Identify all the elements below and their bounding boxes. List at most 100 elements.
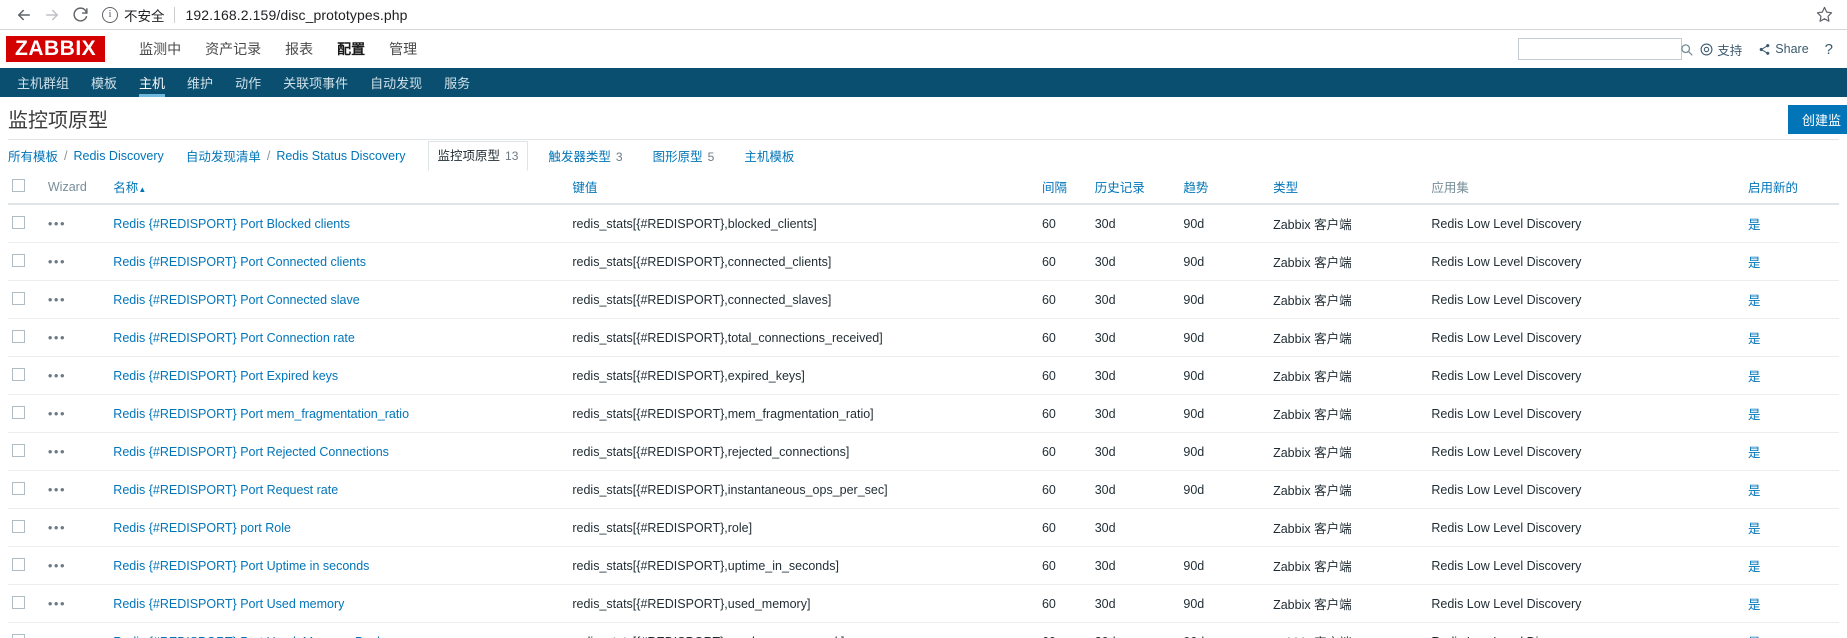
row-name-cell[interactable]: Redis {#REDISPORT} Port Used memory — [109, 584, 569, 623]
subnav-item-correlation[interactable]: 关联项事件 — [272, 68, 359, 97]
search-input[interactable] — [1525, 42, 1681, 56]
subnav-item-actions[interactable]: 动作 — [224, 68, 272, 97]
item-name-link[interactable]: Redis {#REDISPORT} Port Blocked clients — [113, 217, 350, 231]
address-bar[interactable]: i 不安全 192.168.2.159/disc_prototypes.php — [102, 4, 1811, 26]
item-state-link[interactable]: 是 — [1748, 370, 1761, 384]
item-state-link[interactable]: 是 — [1748, 218, 1761, 232]
row-name-cell[interactable]: Redis {#REDISPORT} Port Connected slave — [109, 280, 569, 319]
row-checkbox[interactable] — [12, 329, 25, 343]
column-state[interactable]: 启用新的 — [1743, 170, 1839, 205]
item-name-link[interactable]: Redis {#REDISPORT} Port Connected slave — [113, 293, 359, 307]
column-key[interactable]: 键值 — [568, 170, 1038, 205]
item-state-link[interactable]: 是 — [1748, 598, 1761, 612]
support-link[interactable]: 支持 — [1700, 40, 1742, 59]
breadcrumb-discovery-list[interactable]: 自动发现清单 — [186, 146, 261, 165]
item-name-link[interactable]: Redis {#REDISPORT} Port Used_Memory_Peak — [113, 635, 383, 638]
row-state-cell[interactable]: 是 — [1743, 432, 1839, 471]
row-state-cell[interactable]: 是 — [1743, 318, 1839, 357]
column-trends[interactable]: 趋势 — [1179, 170, 1270, 205]
row-state-cell[interactable]: 是 — [1743, 394, 1839, 433]
row-checkbox[interactable] — [12, 367, 25, 381]
row-state-cell[interactable]: 是 — [1743, 584, 1839, 623]
row-checkbox[interactable] — [12, 405, 25, 419]
wizard-menu-icon[interactable]: ••• — [48, 520, 66, 535]
row-checkbox[interactable] — [12, 443, 25, 457]
tab-host-prototypes[interactable]: 主机模板 — [734, 143, 804, 170]
subnav-item-services[interactable]: 服务 — [433, 68, 481, 97]
row-state-cell[interactable]: 是 — [1743, 622, 1839, 638]
zabbix-logo[interactable]: ZABBIX — [6, 36, 106, 62]
row-checkbox[interactable] — [12, 253, 25, 267]
row-name-cell[interactable]: Redis {#REDISPORT} Port Blocked clients — [109, 204, 569, 243]
nav-item-reports[interactable]: 报表 — [273, 30, 325, 68]
item-state-link[interactable]: 是 — [1748, 408, 1761, 422]
item-name-link[interactable]: Redis {#REDISPORT} Port Uptime in second… — [113, 559, 369, 573]
wizard-menu-icon[interactable]: ••• — [48, 292, 66, 307]
row-checkbox[interactable] — [12, 481, 25, 495]
nav-item-inventory[interactable]: 资产记录 — [193, 30, 273, 68]
subnav-item-host-groups[interactable]: 主机群组 — [6, 68, 80, 97]
wizard-menu-icon[interactable]: ••• — [48, 482, 66, 497]
row-name-cell[interactable]: Redis {#REDISPORT} Port Rejected Connect… — [109, 432, 569, 471]
item-name-link[interactable]: Redis {#REDISPORT} Port Rejected Connect… — [113, 445, 389, 459]
nav-item-administration[interactable]: 管理 — [377, 30, 429, 68]
nav-item-configuration[interactable]: 配置 — [325, 30, 377, 68]
row-state-cell[interactable]: 是 — [1743, 280, 1839, 319]
column-name[interactable]: 名称▲ — [109, 170, 569, 205]
row-state-cell[interactable]: 是 — [1743, 242, 1839, 281]
column-type[interactable]: 类型 — [1269, 170, 1428, 205]
item-name-link[interactable]: Redis {#REDISPORT} Port Used memory — [113, 597, 344, 611]
row-state-cell[interactable]: 是 — [1743, 470, 1839, 509]
subnav-item-maintenance[interactable]: 维护 — [176, 68, 224, 97]
tab-graph-prototypes[interactable]: 图形原型 5 — [643, 143, 725, 170]
search-icon[interactable] — [1680, 43, 1693, 56]
subnav-item-templates[interactable]: 模板 — [80, 68, 128, 97]
item-name-link[interactable]: Redis {#REDISPORT} Port Connected client… — [113, 255, 366, 269]
item-state-link[interactable]: 是 — [1748, 522, 1761, 536]
breadcrumb-redis-status-discovery[interactable]: Redis Status Discovery — [276, 149, 405, 163]
row-checkbox[interactable] — [12, 519, 25, 533]
row-checkbox[interactable] — [12, 215, 25, 229]
select-all-checkbox[interactable] — [12, 178, 25, 192]
column-history[interactable]: 历史记录 — [1090, 170, 1180, 205]
row-checkbox[interactable] — [12, 557, 25, 571]
row-name-cell[interactable]: Redis {#REDISPORT} Port Used_Memory_Peak — [109, 622, 569, 638]
item-name-link[interactable]: Redis {#REDISPORT} Port Connection rate — [113, 331, 355, 345]
row-state-cell[interactable]: 是 — [1743, 508, 1839, 547]
wizard-menu-icon[interactable]: ••• — [48, 406, 66, 421]
back-icon[interactable] — [10, 1, 38, 29]
column-interval[interactable]: 间隔 — [1037, 170, 1091, 205]
row-checkbox[interactable] — [12, 633, 25, 638]
share-link[interactable]: Share — [1758, 42, 1809, 56]
item-state-link[interactable]: 是 — [1748, 256, 1761, 270]
item-name-link[interactable]: Redis {#REDISPORT} Port mem_fragmentatio… — [113, 407, 409, 421]
wizard-menu-icon[interactable]: ••• — [48, 634, 66, 638]
reload-icon[interactable] — [66, 1, 94, 29]
tab-trigger-prototypes[interactable]: 触发器类型 3 — [538, 143, 632, 170]
create-item-prototype-button[interactable]: 创建监 — [1787, 105, 1847, 134]
subnav-item-hosts[interactable]: 主机 — [128, 68, 176, 97]
tab-item-prototypes[interactable]: 监控项原型 13 — [427, 141, 529, 171]
search-box[interactable] — [1518, 38, 1693, 60]
item-state-link[interactable]: 是 — [1748, 484, 1761, 498]
item-state-link[interactable]: 是 — [1748, 446, 1761, 460]
row-name-cell[interactable]: Redis {#REDISPORT} port Role — [109, 508, 569, 547]
item-state-link[interactable]: 是 — [1748, 560, 1761, 574]
wizard-menu-icon[interactable]: ••• — [48, 368, 66, 383]
row-name-cell[interactable]: Redis {#REDISPORT} Port Connected client… — [109, 242, 569, 281]
info-circle-icon[interactable]: i — [102, 6, 118, 23]
item-name-link[interactable]: Redis {#REDISPORT} Port Request rate — [113, 483, 338, 497]
row-name-cell[interactable]: Redis {#REDISPORT} Port Connection rate — [109, 318, 569, 357]
row-name-cell[interactable]: Redis {#REDISPORT} Port Uptime in second… — [109, 546, 569, 585]
row-name-cell[interactable]: Redis {#REDISPORT} Port Expired keys — [109, 356, 569, 395]
subnav-item-discovery[interactable]: 自动发现 — [359, 68, 433, 97]
breadcrumb-all-templates[interactable]: 所有模板 — [8, 146, 58, 165]
row-name-cell[interactable]: Redis {#REDISPORT} Port Request rate — [109, 470, 569, 509]
wizard-menu-icon[interactable]: ••• — [48, 596, 66, 611]
row-name-cell[interactable]: Redis {#REDISPORT} Port mem_fragmentatio… — [109, 394, 569, 433]
wizard-menu-icon[interactable]: ••• — [48, 330, 66, 345]
item-state-link[interactable]: 是 — [1748, 332, 1761, 346]
wizard-menu-icon[interactable]: ••• — [48, 216, 66, 231]
item-name-link[interactable]: Redis {#REDISPORT} Port Expired keys — [113, 369, 338, 383]
row-checkbox[interactable] — [12, 595, 25, 609]
